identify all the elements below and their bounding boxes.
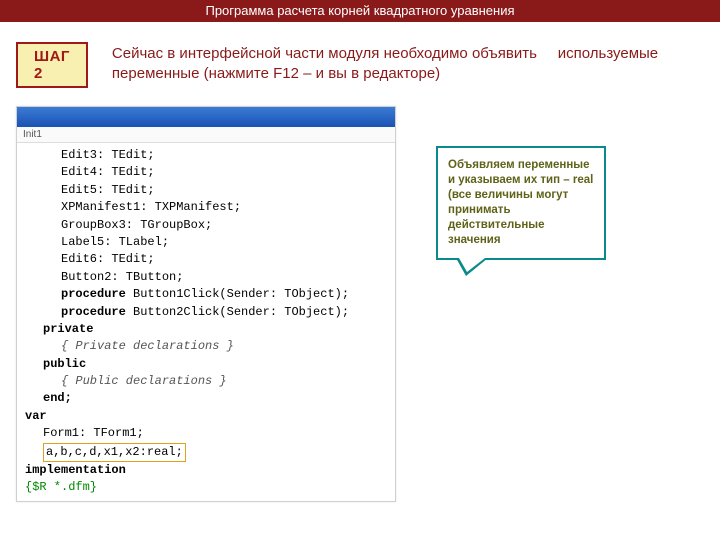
code-line: { Private declarations } — [25, 338, 391, 355]
code-line: Form1: TForm1; — [25, 425, 391, 442]
code-line: Edit4: TEdit; — [25, 164, 391, 181]
code-line: end; — [25, 390, 391, 407]
code-line: public — [25, 356, 391, 373]
code-line: procedure Button2Click(Sender: TObject); — [25, 304, 391, 321]
callout-box: Объявляем переменные и указываем их тип … — [436, 146, 606, 260]
code-area: Edit3: TEdit;Edit4: TEdit;Edit5: TEdit;X… — [17, 143, 395, 501]
code-line: {$R *.dfm} — [25, 479, 391, 496]
code-line: { Public declarations } — [25, 373, 391, 390]
callout-text: Объявляем переменные и указываем их тип … — [448, 158, 594, 248]
step-row: ШАГ 2 Сейчас в интерфейсной части модуля… — [16, 42, 704, 88]
slide-content: ШАГ 2 Сейчас в интерфейсной части модуля… — [0, 22, 720, 502]
step-badge: ШАГ 2 — [16, 42, 88, 88]
code-line: procedure Button1Click(Sender: TObject); — [25, 286, 391, 303]
code-line: XPManifest1: TXPManifest; — [25, 199, 391, 216]
code-editor-titlebar — [17, 107, 395, 127]
code-line: GroupBox3: TGroupBox; — [25, 217, 391, 234]
code-line: Edit5: TEdit; — [25, 182, 391, 199]
callout: Объявляем переменные и указываем их тип … — [436, 146, 606, 260]
code-editor-tab: Init1 — [17, 127, 395, 143]
code-line: Label5: TLabel; — [25, 234, 391, 251]
code-line: Button2: TButton; — [25, 269, 391, 286]
main-row: Init1 Edit3: TEdit;Edit4: TEdit;Edit5: T… — [16, 106, 704, 502]
code-line: var — [25, 408, 391, 425]
code-line: a,b,c,d,x1,x2:real; — [25, 443, 391, 462]
callout-tail-icon — [456, 258, 488, 276]
highlighted-variable-declaration: a,b,c,d,x1,x2:real; — [43, 443, 186, 462]
code-line: private — [25, 321, 391, 338]
step-text: Сейчас в интерфейсной части модуля необх… — [112, 42, 704, 85]
code-line: Edit3: TEdit; — [25, 147, 391, 164]
code-editor-window: Init1 Edit3: TEdit;Edit4: TEdit;Edit5: T… — [16, 106, 396, 502]
page-title: Программа расчета корней квадратного ура… — [0, 0, 720, 22]
code-line: Edit6: TEdit; — [25, 251, 391, 268]
code-line: implementation — [25, 462, 391, 479]
